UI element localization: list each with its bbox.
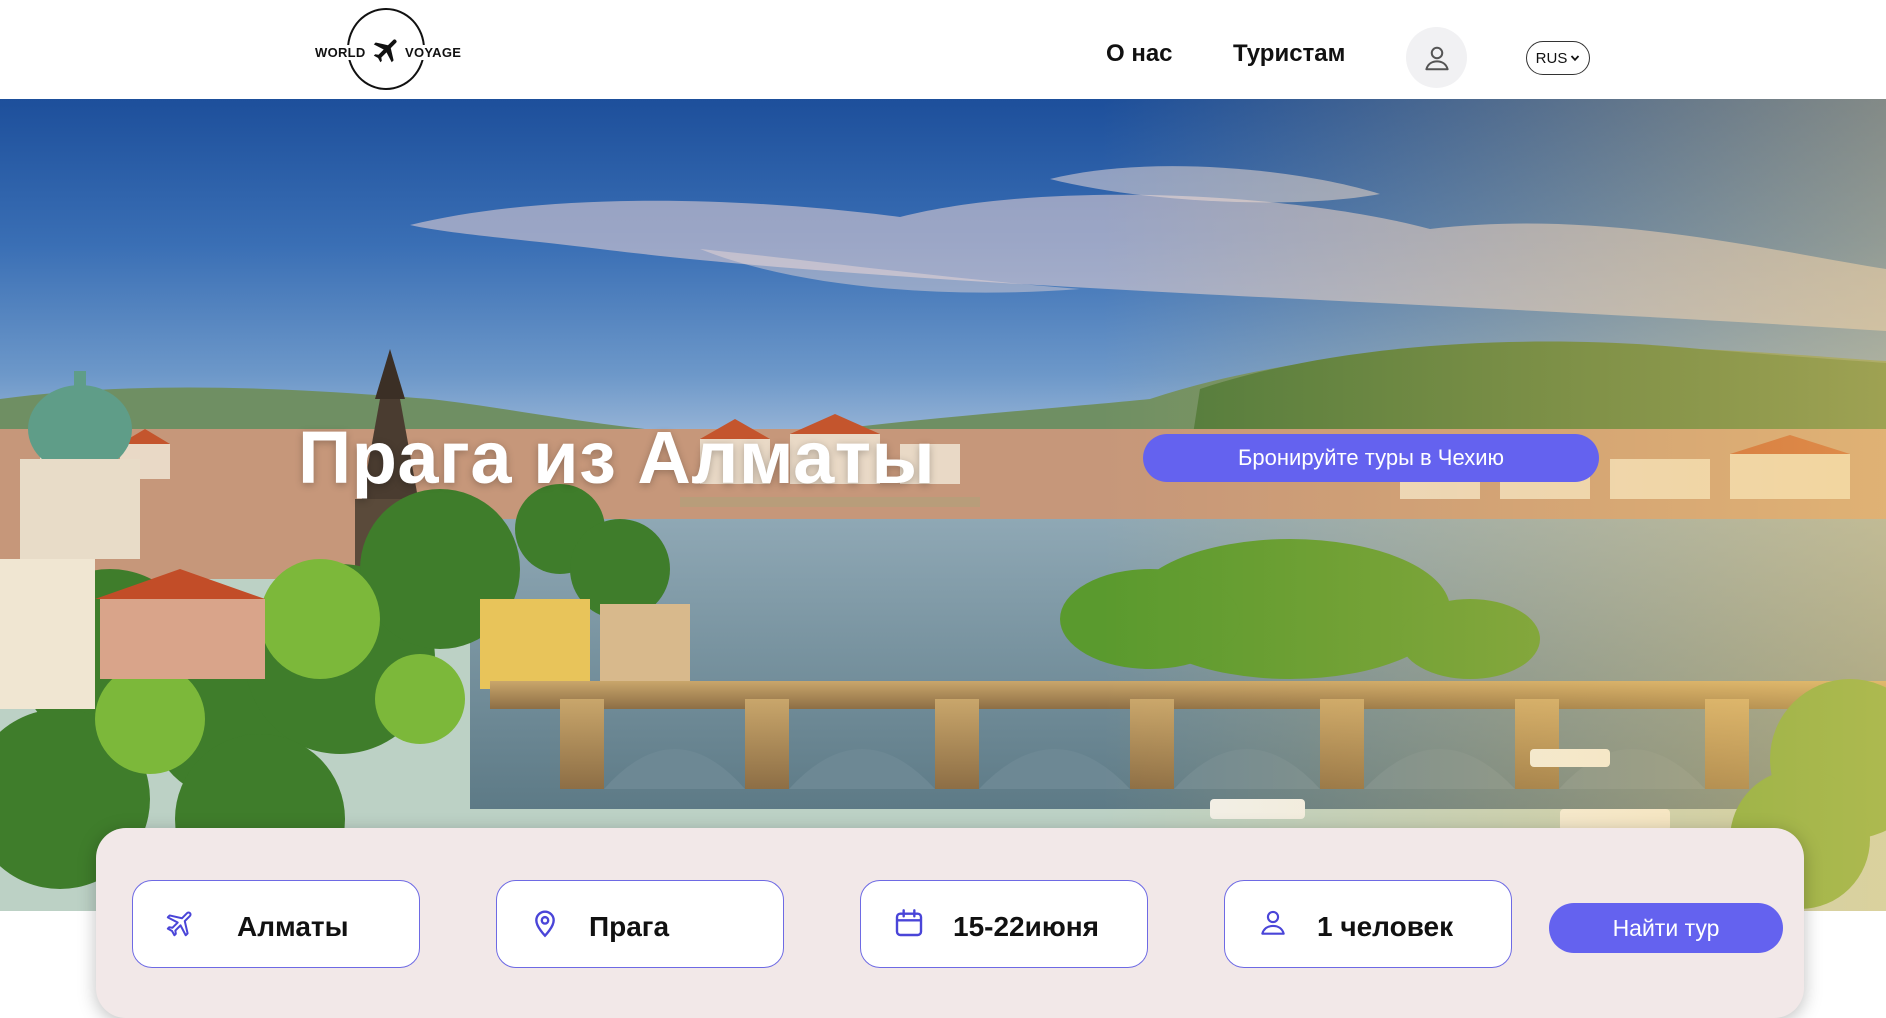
language-selected: RUS <box>1535 49 1568 67</box>
dates-field[interactable]: 15-22июня <box>860 880 1148 968</box>
destination-field[interactable]: Прага <box>496 880 784 968</box>
user-icon <box>1261 910 1285 935</box>
location-pin-icon <box>535 910 555 938</box>
hero-banner: Прага из Алматы Бронируйте туры в Чехию <box>0 99 1886 911</box>
departure-value: Алматы <box>237 911 349 942</box>
user-icon <box>1424 46 1449 70</box>
destination-value: Прага <box>589 911 670 942</box>
logo-word-voyage: VOYAGE <box>403 45 464 60</box>
calendar-icon <box>895 909 923 937</box>
nav-about[interactable]: О нас <box>1106 40 1173 68</box>
profile-button[interactable] <box>1406 27 1467 88</box>
search-panel: Алматы Прага 15-22июня 1 человек Найти т… <box>96 828 1804 1018</box>
travelers-value: 1 человек <box>1317 911 1454 942</box>
airplane-icon <box>166 911 192 937</box>
logo-word-world: WORLD <box>313 45 368 60</box>
airplane-icon <box>373 39 397 63</box>
language-select[interactable]: RUS <box>1526 41 1590 75</box>
find-tour-button[interactable]: Найти тур <box>1549 903 1783 953</box>
nav-tourists[interactable]: Туристам <box>1233 40 1345 68</box>
site-header: WORLD VOYAGE О нас Туристам RUS <box>0 0 1886 99</box>
logo[interactable]: WORLD VOYAGE <box>311 8 464 96</box>
hero-background-image <box>0 99 1886 911</box>
dates-value: 15-22июня <box>953 911 1099 942</box>
hero-title: Прага из Алматы <box>298 416 936 499</box>
travelers-field[interactable]: 1 человек <box>1224 880 1512 968</box>
book-tours-button[interactable]: Бронируйте туры в Чехию <box>1143 434 1599 482</box>
departure-field[interactable]: Алматы <box>132 880 420 968</box>
chevron-down-icon <box>1571 55 1580 62</box>
